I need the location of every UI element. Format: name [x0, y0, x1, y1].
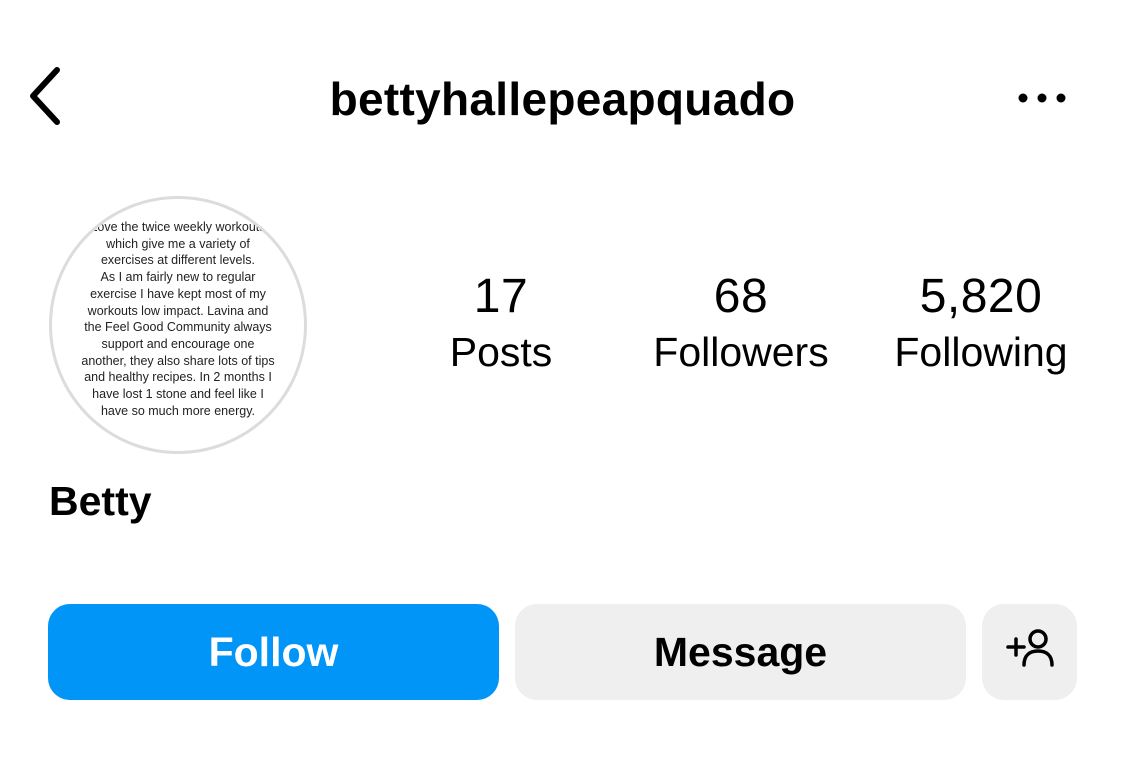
following-label: Following	[894, 329, 1068, 375]
more-horizontal-icon	[1017, 91, 1067, 109]
message-button-label: Message	[653, 628, 828, 675]
more-options-button[interactable]	[1010, 80, 1074, 120]
posts-count: 17	[473, 270, 529, 323]
follow-button-label: Follow	[208, 628, 339, 675]
posts-label: Posts	[449, 329, 553, 375]
followers-count: 68	[713, 270, 769, 323]
avatar[interactable]: Love the twice weekly workouts which giv…	[49, 196, 307, 454]
following-count: 5,820	[919, 270, 1043, 323]
avatar-image-text: Love the twice weekly workouts which giv…	[81, 220, 275, 418]
stat-followers[interactable]: 68 Followers	[636, 268, 846, 378]
followers-label: Followers	[653, 329, 829, 375]
suggest-users-button[interactable]	[982, 604, 1077, 700]
profile-header: bettyhallepeapquado	[0, 50, 1125, 146]
add-person-icon	[1005, 627, 1054, 677]
stat-following[interactable]: 5,820 Following	[876, 268, 1086, 378]
profile-username: bettyhallepeapquado	[329, 73, 796, 125]
stat-posts[interactable]: 17 Posts	[396, 268, 606, 378]
message-button[interactable]: Message	[515, 604, 966, 700]
display-name: Betty	[49, 478, 152, 524]
follow-button[interactable]: Follow	[48, 604, 499, 700]
